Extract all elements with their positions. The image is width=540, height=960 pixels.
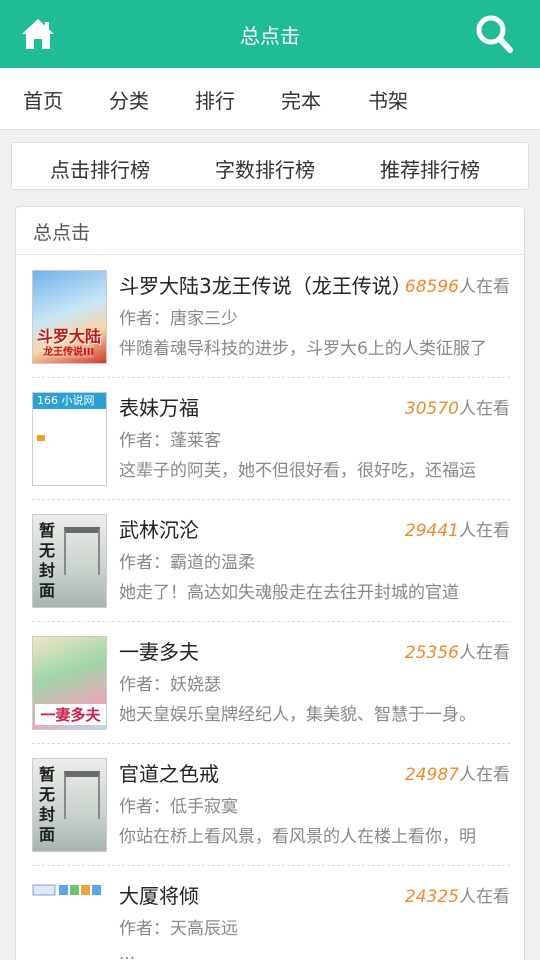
search-icon[interactable] bbox=[474, 12, 514, 56]
reader-count-suffix: 人在看 bbox=[459, 765, 510, 785]
pavilion-illustration bbox=[64, 527, 100, 575]
reader-count-suffix: 人在看 bbox=[459, 643, 510, 663]
book-intro: 她天皇娱乐皇牌经纪人，集美貌、智慧于一身。 bbox=[119, 705, 476, 725]
reader-count-suffix: 人在看 bbox=[459, 521, 510, 541]
reader-count: 25356人在看 bbox=[405, 638, 510, 663]
cover-title: 暂无封面 bbox=[39, 521, 56, 600]
book-intro: 她走了！高达如失魂般走在去往开封城的官道 bbox=[119, 583, 459, 603]
ranking-panel: 总点击 斗罗大陆 龙王传说III 斗罗大陆3龙王传说（龙王传说） 68596人在… bbox=[15, 206, 525, 960]
book-cover[interactable]: 166 小说网 bbox=[32, 392, 107, 486]
book-intro: 你站在桥上看风景，看风景的人在楼上看你，明 bbox=[119, 827, 476, 847]
reader-count: 24987人在看 bbox=[405, 760, 510, 785]
book-title[interactable]: 一妻多夫 bbox=[119, 636, 414, 665]
book-cover[interactable] bbox=[32, 880, 107, 960]
book-author: 作者：妖娆瑟 bbox=[119, 675, 221, 695]
book-item[interactable]: 166 小说网 表妹万福 30570人在看 作者：蓬莱客 这辈子的阿芙，她不但很… bbox=[32, 378, 510, 500]
book-title[interactable]: 大厦将倾 bbox=[119, 880, 414, 909]
book-author: 作者：霸道的温柔 bbox=[119, 553, 255, 573]
page-title: 总点击 bbox=[240, 24, 300, 48]
book-cover[interactable]: 暂无封面 bbox=[32, 758, 107, 852]
nav-item-bookshelf[interactable]: 书架 bbox=[368, 85, 408, 114]
reader-count: 30570人在看 bbox=[405, 394, 510, 419]
book-item[interactable]: 斗罗大陆 龙王传说III 斗罗大陆3龙王传说（龙王传说） 68596人在看 作者… bbox=[32, 256, 510, 378]
nav-item-home[interactable]: 首页 bbox=[23, 85, 63, 114]
main-nav: 首页 分类 排行 完本 书架 bbox=[0, 68, 540, 130]
book-title[interactable]: 表妹万福 bbox=[119, 392, 414, 421]
book-author: 作者：唐家三少 bbox=[119, 309, 238, 329]
book-intro: 这辈子的阿芙，她不但很好看，很好吃，还福运 bbox=[119, 461, 476, 481]
cover-title: 一妻多夫 bbox=[35, 704, 106, 725]
book-title[interactable]: 斗罗大陆3龙王传说（龙王传说） bbox=[119, 270, 414, 299]
tab-recommend-ranking[interactable]: 推荐排行榜 bbox=[380, 154, 480, 183]
ranking-tabs: 点击排行榜 字数排行榜 推荐排行榜 bbox=[11, 142, 529, 190]
cover-title: 暂无封面 bbox=[39, 765, 56, 844]
tab-wordcount-ranking[interactable]: 字数排行榜 bbox=[215, 154, 315, 183]
reader-count-number: 30570 bbox=[404, 399, 459, 419]
book-author: 作者：蓬莱客 bbox=[119, 431, 221, 451]
tab-click-ranking[interactable]: 点击排行榜 bbox=[50, 154, 150, 183]
reader-count-number: 24325 bbox=[404, 887, 459, 907]
reader-count-suffix: 人在看 bbox=[459, 887, 510, 907]
book-item[interactable]: 一妻多夫 一妻多夫 25356人在看 作者：妖娆瑟 她天皇娱乐皇牌经纪人，集美貌… bbox=[32, 622, 510, 744]
book-intro: ... bbox=[119, 944, 136, 960]
reader-count-number: 68596 bbox=[404, 277, 459, 297]
book-title[interactable]: 武林沉沦 bbox=[119, 514, 414, 543]
panel-title: 总点击 bbox=[16, 207, 524, 255]
reader-count-number: 29441 bbox=[404, 521, 459, 541]
book-cover[interactable]: 一妻多夫 bbox=[32, 636, 107, 730]
cover-toolbar-icons bbox=[32, 884, 101, 896]
nav-item-category[interactable]: 分类 bbox=[109, 85, 149, 114]
book-author: 作者：天高辰远 bbox=[119, 919, 238, 939]
book-author: 作者：低手寂寞 bbox=[119, 797, 238, 817]
reader-count-number: 24987 bbox=[404, 765, 459, 785]
reader-count: 68596人在看 bbox=[405, 272, 510, 297]
cover-subtitle: 龙王传说III bbox=[43, 343, 95, 358]
nav-item-ranking[interactable]: 排行 bbox=[195, 85, 235, 114]
reader-count-suffix: 人在看 bbox=[459, 399, 510, 419]
pavilion-illustration bbox=[64, 771, 100, 819]
book-item[interactable]: 暂无封面 武林沉沦 29441人在看 作者：霸道的温柔 她走了！高达如失魂般走在… bbox=[32, 500, 510, 622]
book-cover[interactable]: 暂无封面 bbox=[32, 514, 107, 608]
nav-item-finished[interactable]: 完本 bbox=[281, 85, 321, 114]
reader-count-number: 25356 bbox=[404, 643, 459, 663]
top-bar: 总点击 bbox=[0, 0, 540, 68]
book-intro: 伴随着魂导科技的进步，斗罗大6上的人类征服了 bbox=[119, 339, 487, 359]
reader-count-suffix: 人在看 bbox=[459, 277, 510, 297]
reader-count: 29441人在看 bbox=[405, 516, 510, 541]
book-title[interactable]: 官道之色戒 bbox=[119, 758, 414, 787]
book-item[interactable]: 暂无封面 官道之色戒 24987人在看 作者：低手寂寞 你站在桥上看风景，看风景… bbox=[32, 744, 510, 866]
cover-title: 166 小说网 bbox=[33, 393, 106, 409]
book-cover[interactable]: 斗罗大陆 龙王传说III bbox=[32, 270, 107, 364]
reader-count: 24325人在看 bbox=[405, 882, 510, 907]
cover-badge bbox=[37, 435, 45, 441]
book-item[interactable]: 大厦将倾 24325人在看 作者：天高辰远 ... bbox=[32, 866, 510, 960]
